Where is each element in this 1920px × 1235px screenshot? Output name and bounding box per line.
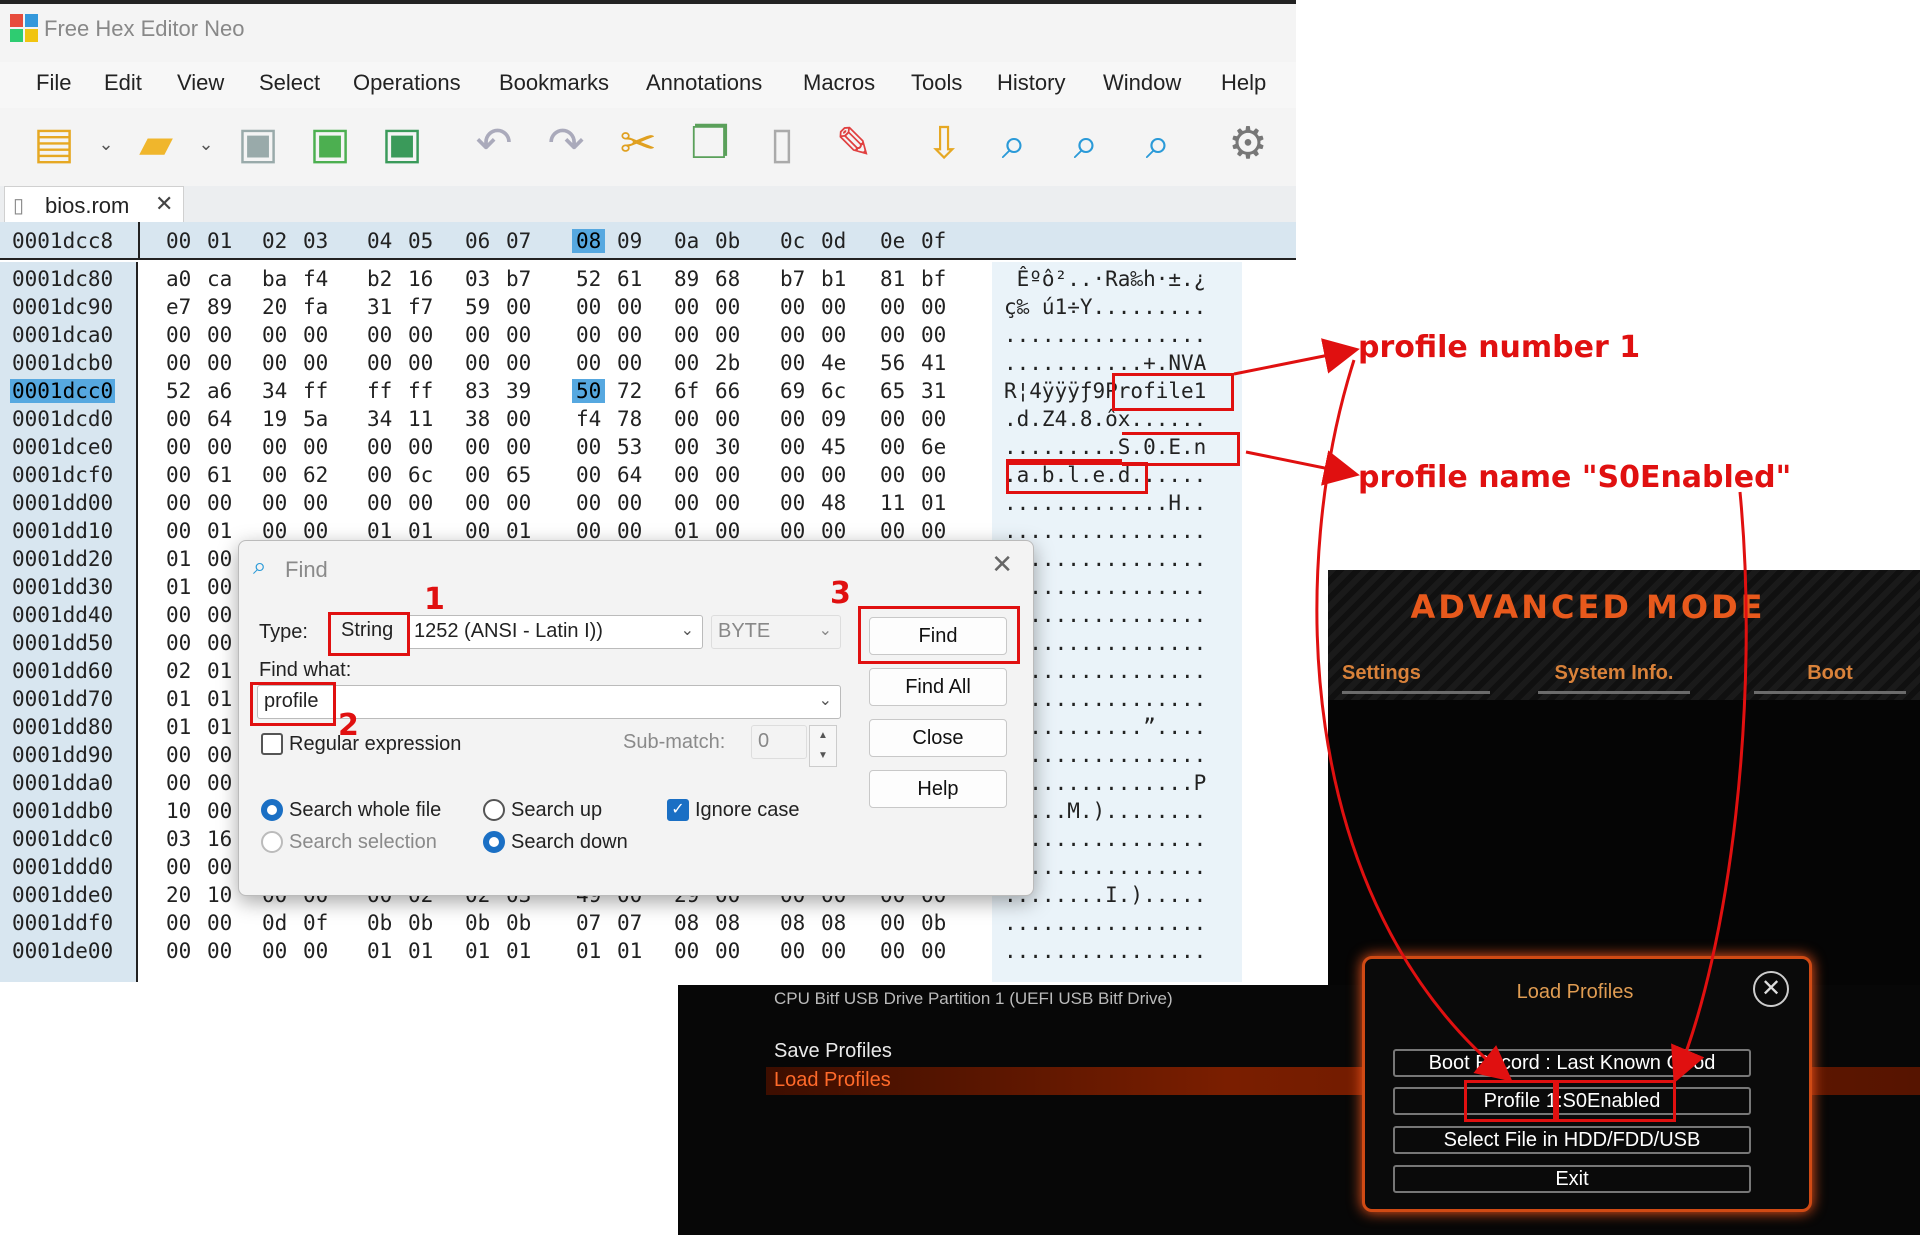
screenshot-canvas: { "app": {"title": "Free Hex Editor Neo"… <box>0 0 1920 1235</box>
arrow-profile-number-to-bios <box>1315 359 1513 1082</box>
annotation-arrows <box>1233 338 1748 1084</box>
arrow-profile-name-to-bios <box>1671 491 1748 1084</box>
arrow-to-profile-name <box>1245 450 1360 486</box>
arrow-to-profile-number <box>1233 338 1360 376</box>
